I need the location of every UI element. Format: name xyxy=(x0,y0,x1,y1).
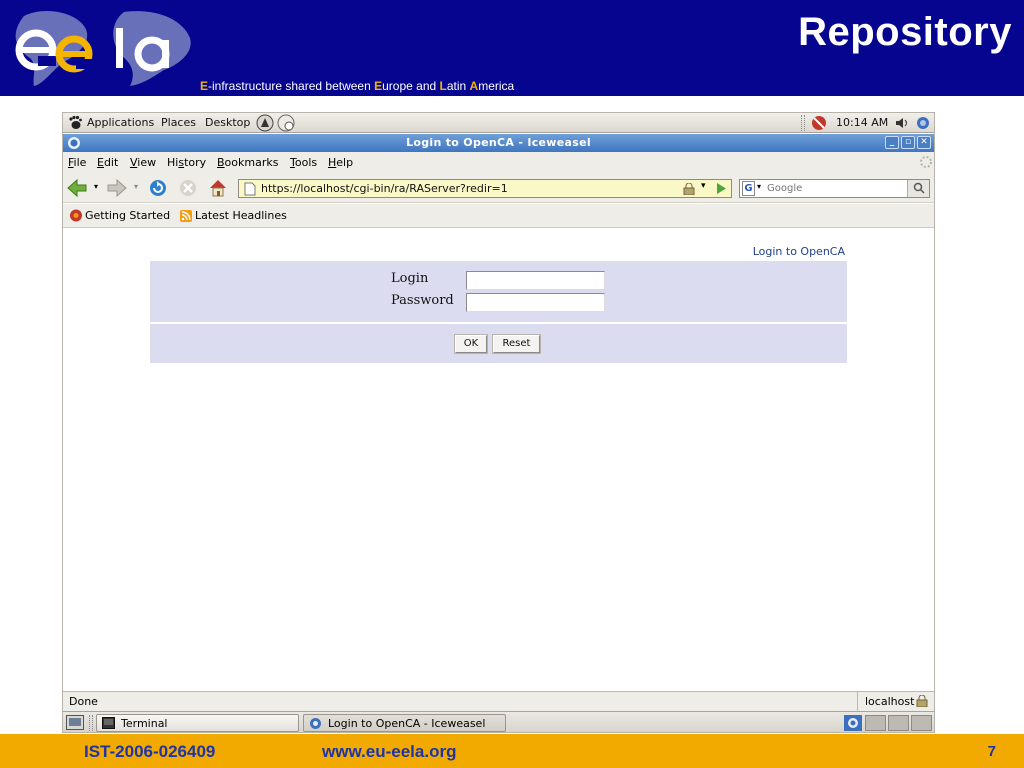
mail-launcher-icon[interactable] xyxy=(277,114,295,132)
menu-places[interactable]: Places xyxy=(161,116,196,129)
reload-icon[interactable] xyxy=(147,178,169,198)
getting-started-icon xyxy=(70,209,82,222)
search-bar[interactable]: G ▾ xyxy=(739,179,930,198)
url-bar[interactable]: https://localhost/cgi-bin/ra/RAServer?re… xyxy=(238,179,732,198)
page-icon xyxy=(244,182,256,196)
menu-view[interactable]: View xyxy=(130,156,156,169)
home-icon[interactable] xyxy=(207,178,229,198)
google-engine-icon[interactable]: G xyxy=(742,181,755,196)
bookmark-getting-started[interactable]: Getting Started xyxy=(85,209,170,222)
back-dropdown-icon[interactable]: ▾ xyxy=(94,182,98,191)
status-text: Done xyxy=(69,695,98,708)
rss-feed-icon xyxy=(180,210,192,222)
menubar: File Edit View History Bookmarks Tools H… xyxy=(63,152,934,173)
statusbar: Done localhost xyxy=(63,691,934,711)
page-content: Login to OpenCA Login Password OK Reset xyxy=(63,229,934,691)
show-desktop-icon[interactable] xyxy=(66,715,84,730)
close-button[interactable]: ✕ xyxy=(917,136,931,149)
menu-file[interactable]: File xyxy=(68,156,86,169)
url-text[interactable]: https://localhost/cgi-bin/ra/RAServer?re… xyxy=(261,182,508,195)
workspace-2[interactable] xyxy=(865,715,886,731)
go-icon[interactable] xyxy=(714,182,728,195)
forward-icon[interactable] xyxy=(106,178,128,198)
page-heading: Login to OpenCA xyxy=(752,245,845,258)
security-lock-icon[interactable] xyxy=(916,695,928,707)
slide-tagline: E-infrastructure shared between Europe a… xyxy=(200,79,515,93)
login-panel: Login Password OK Reset xyxy=(150,261,847,363)
gnome-foot-icon[interactable] xyxy=(68,115,82,130)
task-iceweasel[interactable]: Login to OpenCA - Iceweasel xyxy=(303,714,506,732)
task-terminal[interactable]: Terminal xyxy=(96,714,299,732)
minimize-button[interactable]: _ xyxy=(885,136,899,149)
ok-button[interactable]: OK xyxy=(455,335,487,353)
close-icon: ✕ xyxy=(920,137,928,147)
engine-dropdown-icon[interactable]: ▾ xyxy=(757,182,761,191)
search-button[interactable] xyxy=(907,180,929,197)
window-title: Login to OpenCA - Iceweasel xyxy=(406,136,591,149)
slide-footer: IST-2006-026409 www.eu-eela.org 7 xyxy=(0,734,1024,768)
status-host-panel[interactable]: localhost xyxy=(857,692,934,711)
stop-icon[interactable] xyxy=(177,178,199,198)
menu-bookmarks[interactable]: Bookmarks xyxy=(217,156,278,169)
login-form-area: Login Password xyxy=(150,261,847,322)
throbber-icon xyxy=(920,156,932,168)
update-notifier-icon[interactable] xyxy=(811,115,827,131)
reset-button[interactable]: Reset xyxy=(493,335,540,353)
browser-launcher-icon[interactable] xyxy=(256,114,274,132)
page-number: 7 xyxy=(987,743,996,760)
iceweasel-task-icon xyxy=(310,718,321,729)
maximize-button[interactable]: ▫ xyxy=(901,136,915,149)
volume-icon[interactable] xyxy=(895,117,909,129)
menu-tools[interactable]: Tools xyxy=(290,156,317,169)
password-label: Password xyxy=(391,293,454,308)
menu-edit[interactable]: Edit xyxy=(97,156,118,169)
search-input[interactable] xyxy=(767,181,907,196)
panel-separator xyxy=(801,115,805,131)
workspace-3[interactable] xyxy=(888,715,909,731)
bookmark-latest-headlines[interactable]: Latest Headlines xyxy=(195,209,287,222)
menu-desktop[interactable]: Desktop xyxy=(205,116,250,129)
gnome-taskbar: Terminal Login to OpenCA - Iceweasel xyxy=(63,711,934,732)
maximize-icon: ▫ xyxy=(904,137,912,147)
network-globe-icon[interactable] xyxy=(916,116,930,130)
eela-logo xyxy=(15,11,191,87)
password-input[interactable] xyxy=(466,293,605,312)
panel-clock[interactable]: 10:14 AM xyxy=(836,116,888,129)
menu-applications[interactable]: Applications xyxy=(87,116,154,129)
gnome-top-panel: Applications Places Desktop 10:14 AM xyxy=(63,113,934,133)
taskbar-separator xyxy=(89,715,93,731)
navigation-toolbar: ▾ ▾ https://localhost/cgi-bin/ra/RAServe… xyxy=(63,173,934,203)
site-url: www.eu-eela.org xyxy=(322,742,457,761)
workspace-app-icon[interactable] xyxy=(844,715,862,731)
menu-history[interactable]: History xyxy=(167,156,206,169)
desktop-screenshot: Applications Places Desktop 10:14 AM Log… xyxy=(62,112,935,733)
project-id: IST-2006-026409 xyxy=(84,742,216,761)
terminal-icon xyxy=(102,717,115,729)
status-host: localhost xyxy=(865,695,915,708)
minimize-icon: _ xyxy=(889,137,895,147)
login-buttons-area: OK Reset xyxy=(150,324,847,363)
back-icon[interactable] xyxy=(66,178,88,198)
login-label: Login xyxy=(391,271,429,286)
site-lock-icon[interactable] xyxy=(683,183,695,195)
slide-header: Repository E-infrastructure shared betwe… xyxy=(0,0,1024,96)
slide-title: Repository xyxy=(798,10,1012,54)
window-titlebar[interactable]: Login to OpenCA - Iceweasel _ ▫ ✕ xyxy=(63,134,934,152)
bookmarks-toolbar: Getting Started Latest Headlines xyxy=(63,204,934,228)
url-dropdown-icon[interactable]: ▾ xyxy=(701,181,706,191)
magnifier-icon xyxy=(913,182,925,194)
forward-dropdown-icon[interactable]: ▾ xyxy=(134,182,138,191)
workspace-4[interactable] xyxy=(911,715,932,731)
login-input[interactable] xyxy=(466,271,605,290)
menu-help[interactable]: Help xyxy=(328,156,353,169)
